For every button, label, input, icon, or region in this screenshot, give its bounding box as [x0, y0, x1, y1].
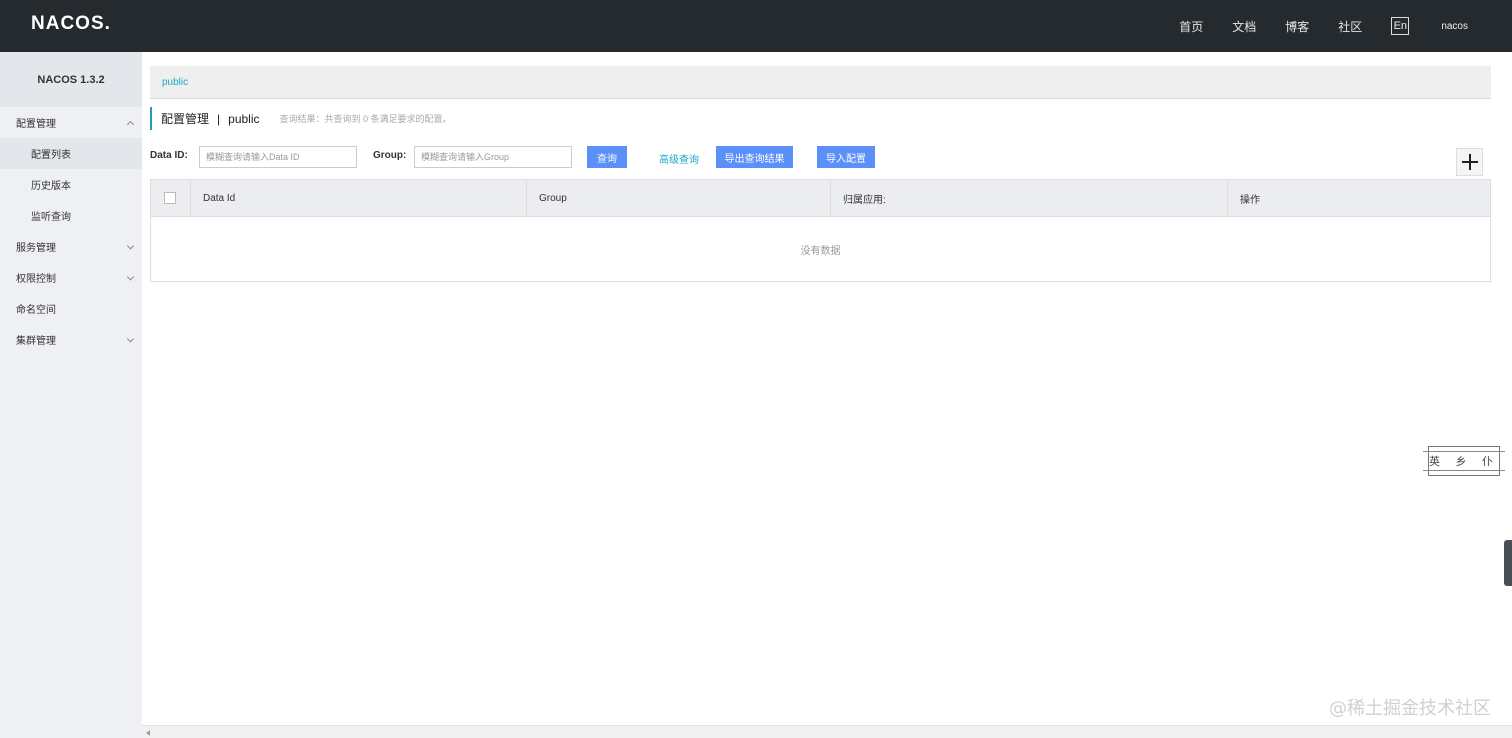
sidebar-item-listener-query[interactable]: 监听查询: [0, 200, 142, 231]
table-header: Data Id Group 归属应用: 操作: [151, 180, 1490, 217]
advanced-query-link[interactable]: 高级查询: [659, 151, 699, 166]
chevron-up-icon: [126, 120, 135, 128]
main-content: public 配置管理 | public 查询结果：共查询到 0 条满足要求的配…: [142, 52, 1512, 738]
config-table: Data Id Group 归属应用: 操作 没有数据: [150, 179, 1491, 282]
namespace-bar: public: [150, 66, 1491, 99]
column-header-actions: 操作: [1240, 195, 1260, 206]
sidebar-item-config-list[interactable]: 配置列表: [0, 138, 142, 169]
sidebar-group-label: 命名空间: [16, 305, 56, 316]
title-separator: |: [217, 111, 221, 126]
sidebar-group-config[interactable]: 配置管理: [0, 107, 142, 138]
watermark-text: @稀土掘金技术社区: [1329, 698, 1491, 719]
language-switch-button[interactable]: En: [1391, 17, 1410, 35]
table-empty-message: 没有数据: [800, 246, 841, 257]
sidebar-group-label: 集群管理: [16, 336, 56, 347]
nav-docs-link[interactable]: 文档: [1232, 18, 1256, 35]
nav-community-link[interactable]: 社区: [1338, 18, 1362, 35]
query-result-text: 查询结果：共查询到 0 条满足要求的配置。: [279, 114, 452, 124]
page-title: 配置管理: [161, 112, 210, 126]
data-id-label: Data ID:: [150, 150, 188, 161]
export-results-button[interactable]: 导出查询结果: [716, 146, 793, 168]
data-id-input[interactable]: [199, 146, 357, 168]
group-label: Group:: [373, 150, 407, 161]
top-header: NACOS. 首页 文档 博客 社区 En nacos: [0, 0, 1512, 52]
scroll-left-arrow-icon[interactable]: [146, 730, 150, 736]
column-header-data-id[interactable]: Data Id: [191, 180, 527, 217]
sidebar-item-history[interactable]: 历史版本: [0, 169, 142, 200]
sidebar-group-auth[interactable]: 权限控制: [0, 262, 142, 293]
horizontal-scrollbar[interactable]: [142, 725, 1512, 738]
version-label: NACOS 1.3.2: [0, 52, 142, 107]
plus-icon-stroke: [1468, 154, 1471, 170]
nav-home-link[interactable]: 首页: [1179, 18, 1203, 35]
side-scroll-handle[interactable]: [1504, 540, 1512, 586]
filter-row: Data ID: Group: 查询 高级查询 导出查询结果 导入配置: [150, 146, 1491, 168]
chevron-down-icon: [126, 241, 135, 250]
sidebar-group-cluster[interactable]: 集群管理: [0, 324, 142, 355]
sidebar: NACOS 1.3.2 配置管理 配置列表 历史版本 监听查询 服务管理 权限控…: [0, 52, 142, 738]
chevron-down-icon: [126, 334, 135, 343]
sidebar-group-label: 权限控制: [16, 274, 56, 285]
search-button[interactable]: 查询: [587, 146, 627, 168]
column-header-group[interactable]: Group: [527, 180, 831, 217]
chevron-down-icon: [126, 272, 135, 281]
select-all-cell: [151, 180, 191, 217]
nav-blog-link[interactable]: 博客: [1285, 18, 1309, 35]
nacos-logo[interactable]: NACOS.: [31, 13, 111, 35]
column-header-app[interactable]: 归属应用:: [831, 180, 1228, 217]
sidebar-group-label: 配置管理: [16, 119, 56, 130]
sidebar-group-namespace[interactable]: 命名空间: [0, 293, 142, 324]
page-namespace: public: [228, 111, 260, 126]
namespace-public-link[interactable]: public: [162, 77, 188, 88]
sidebar-group-label: 服务管理: [16, 243, 56, 254]
top-nav: 首页 文档 博客 社区 En nacos: [1179, 0, 1512, 52]
add-config-button[interactable]: [1456, 148, 1483, 176]
import-config-button[interactable]: 导入配置: [817, 146, 875, 168]
floating-stamp-widget[interactable]: 英 乡 仆: [1423, 446, 1505, 476]
select-all-checkbox[interactable]: [164, 192, 176, 204]
group-input[interactable]: [414, 146, 572, 168]
user-menu[interactable]: nacos: [1441, 21, 1468, 32]
sidebar-group-service[interactable]: 服务管理: [0, 231, 142, 262]
page-header: 配置管理 | public 查询结果：共查询到 0 条满足要求的配置。: [150, 107, 452, 130]
